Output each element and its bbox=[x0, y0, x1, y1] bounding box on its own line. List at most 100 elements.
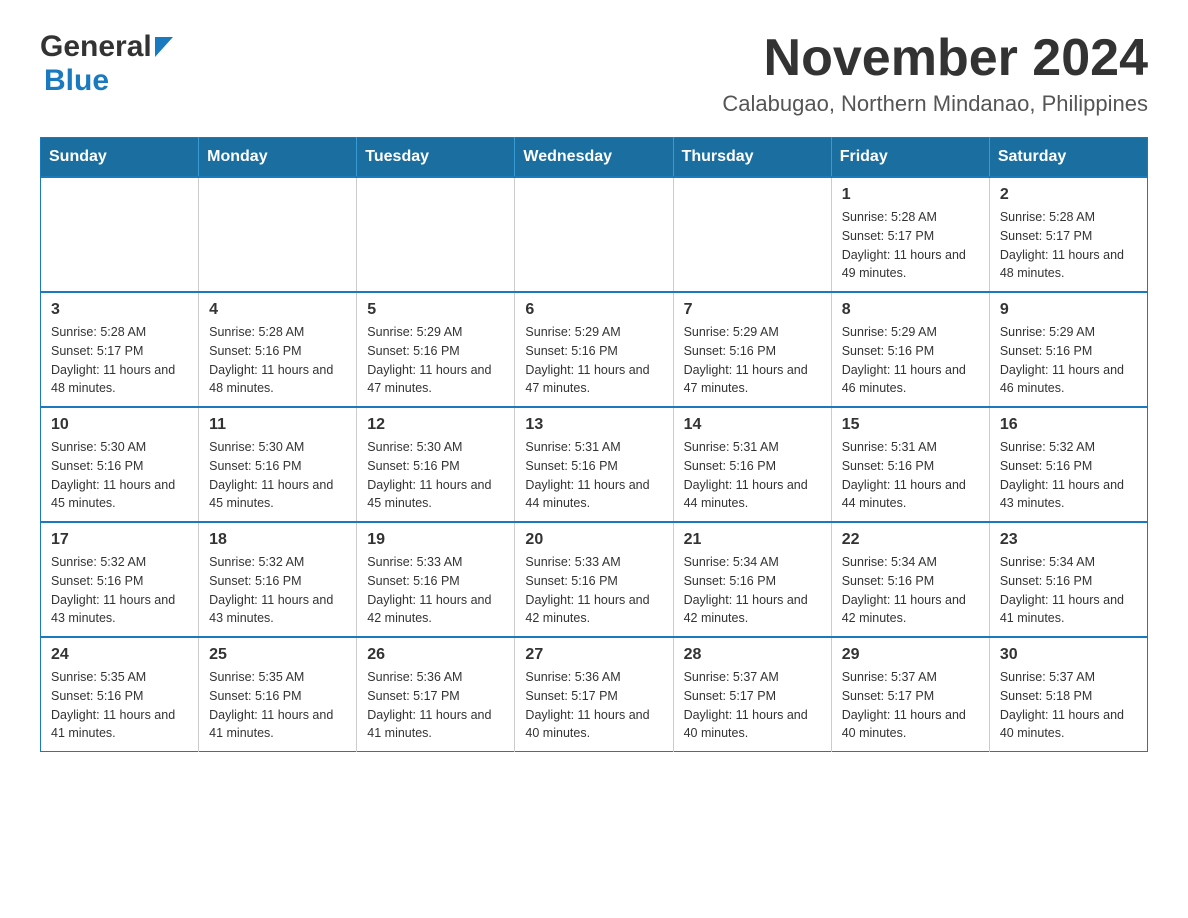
logo-general-text: General bbox=[40, 30, 152, 64]
calendar-table: SundayMondayTuesdayWednesdayThursdayFrid… bbox=[40, 137, 1148, 752]
day-number: 24 bbox=[51, 646, 188, 664]
day-number: 27 bbox=[525, 646, 662, 664]
day-number: 18 bbox=[209, 531, 346, 549]
day-number: 14 bbox=[684, 416, 821, 434]
day-detail: Sunrise: 5:28 AMSunset: 5:17 PMDaylight:… bbox=[1000, 208, 1137, 283]
calendar-cell-3-2: 11 Sunrise: 5:30 AMSunset: 5:16 PMDayligh… bbox=[199, 407, 357, 522]
calendar-cell-3-3: 12 Sunrise: 5:30 AMSunset: 5:16 PMDayligh… bbox=[357, 407, 515, 522]
calendar-header-saturday: Saturday bbox=[989, 138, 1147, 178]
day-number: 13 bbox=[525, 416, 662, 434]
calendar-week-3: 10 Sunrise: 5:30 AMSunset: 5:16 PMDayligh… bbox=[41, 407, 1148, 522]
calendar-cell-4-3: 19 Sunrise: 5:33 AMSunset: 5:16 PMDayligh… bbox=[357, 522, 515, 637]
calendar-cell-2-6: 8 Sunrise: 5:29 AMSunset: 5:16 PMDaylight… bbox=[831, 292, 989, 407]
calendar-header-wednesday: Wednesday bbox=[515, 138, 673, 178]
calendar-cell-3-5: 14 Sunrise: 5:31 AMSunset: 5:16 PMDayligh… bbox=[673, 407, 831, 522]
calendar-cell-5-5: 28 Sunrise: 5:37 AMSunset: 5:17 PMDayligh… bbox=[673, 637, 831, 752]
day-detail: Sunrise: 5:34 AMSunset: 5:16 PMDaylight:… bbox=[1000, 553, 1137, 628]
calendar-cell-5-6: 29 Sunrise: 5:37 AMSunset: 5:17 PMDayligh… bbox=[831, 637, 989, 752]
day-number: 1 bbox=[842, 186, 979, 204]
calendar-week-5: 24 Sunrise: 5:35 AMSunset: 5:16 PMDayligh… bbox=[41, 637, 1148, 752]
calendar-cell-5-1: 24Sunrise: 5:35 AMSunset: 5:16 PMDayligh… bbox=[41, 637, 199, 752]
title-area: November 2024 Calabugao, Northern Mindan… bbox=[722, 30, 1148, 117]
day-number: 15 bbox=[842, 416, 979, 434]
day-detail: Sunrise: 5:32 AMSunset: 5:16 PMDaylight:… bbox=[51, 553, 188, 628]
day-number: 28 bbox=[684, 646, 821, 664]
day-detail: Sunrise: 5:34 AMSunset: 5:16 PMDaylight:… bbox=[842, 553, 979, 628]
day-number: 6 bbox=[525, 301, 662, 319]
day-number: 17 bbox=[51, 531, 188, 549]
day-number: 19 bbox=[367, 531, 504, 549]
page-title: November 2024 bbox=[722, 30, 1148, 87]
calendar-cell-2-2: 4 Sunrise: 5:28 AMSunset: 5:16 PMDaylight… bbox=[199, 292, 357, 407]
day-number: 26 bbox=[367, 646, 504, 664]
day-detail: Sunrise: 5:31 AMSunset: 5:16 PMDaylight:… bbox=[525, 438, 662, 513]
day-detail: Sunrise: 5:34 AMSunset: 5:16 PMDaylight:… bbox=[684, 553, 821, 628]
calendar-cell-3-7: 16 Sunrise: 5:32 AMSunset: 5:16 PMDayligh… bbox=[989, 407, 1147, 522]
calendar-cell-4-4: 20Sunrise: 5:33 AMSunset: 5:16 PMDayligh… bbox=[515, 522, 673, 637]
day-number: 4 bbox=[209, 301, 346, 319]
day-number: 22 bbox=[842, 531, 979, 549]
day-number: 10 bbox=[51, 416, 188, 434]
day-detail: Sunrise: 5:37 AMSunset: 5:17 PMDaylight:… bbox=[684, 668, 821, 743]
calendar-cell-2-4: 6Sunrise: 5:29 AMSunset: 5:16 PMDaylight… bbox=[515, 292, 673, 407]
calendar-cell-3-4: 13 Sunrise: 5:31 AMSunset: 5:16 PMDayligh… bbox=[515, 407, 673, 522]
calendar-cell-1-7: 2 Sunrise: 5:28 AMSunset: 5:17 PMDaylight… bbox=[989, 177, 1147, 292]
calendar-cell-2-7: 9Sunrise: 5:29 AMSunset: 5:16 PMDaylight… bbox=[989, 292, 1147, 407]
day-detail: Sunrise: 5:29 AMSunset: 5:16 PMDaylight:… bbox=[367, 323, 504, 398]
calendar-header-friday: Friday bbox=[831, 138, 989, 178]
day-number: 12 bbox=[367, 416, 504, 434]
day-number: 11 bbox=[209, 416, 346, 434]
day-detail: Sunrise: 5:37 AMSunset: 5:17 PMDaylight:… bbox=[842, 668, 979, 743]
calendar-header-sunday: Sunday bbox=[41, 138, 199, 178]
day-detail: Sunrise: 5:29 AMSunset: 5:16 PMDaylight:… bbox=[842, 323, 979, 398]
calendar-cell-1-1 bbox=[41, 177, 199, 292]
day-detail: Sunrise: 5:29 AMSunset: 5:16 PMDaylight:… bbox=[1000, 323, 1137, 398]
calendar-cell-4-5: 21 Sunrise: 5:34 AMSunset: 5:16 PMDayligh… bbox=[673, 522, 831, 637]
calendar-cell-2-1: 3Sunrise: 5:28 AMSunset: 5:17 PMDaylight… bbox=[41, 292, 199, 407]
header: General Blue November 2024 Calabugao, No… bbox=[40, 30, 1148, 117]
day-detail: Sunrise: 5:33 AMSunset: 5:16 PMDaylight:… bbox=[525, 553, 662, 628]
day-number: 29 bbox=[842, 646, 979, 664]
logo: General Blue bbox=[40, 30, 173, 98]
day-detail: Sunrise: 5:33 AMSunset: 5:16 PMDaylight:… bbox=[367, 553, 504, 628]
day-detail: Sunrise: 5:36 AMSunset: 5:17 PMDaylight:… bbox=[367, 668, 504, 743]
calendar-cell-3-6: 15Sunrise: 5:31 AMSunset: 5:16 PMDayligh… bbox=[831, 407, 989, 522]
day-detail: Sunrise: 5:29 AMSunset: 5:16 PMDaylight:… bbox=[684, 323, 821, 398]
calendar-cell-1-6: 1 Sunrise: 5:28 AMSunset: 5:17 PMDaylight… bbox=[831, 177, 989, 292]
day-number: 7 bbox=[684, 301, 821, 319]
calendar-cell-1-4 bbox=[515, 177, 673, 292]
calendar-cell-2-3: 5 Sunrise: 5:29 AMSunset: 5:16 PMDaylight… bbox=[357, 292, 515, 407]
day-detail: Sunrise: 5:32 AMSunset: 5:16 PMDaylight:… bbox=[1000, 438, 1137, 513]
calendar-header-thursday: Thursday bbox=[673, 138, 831, 178]
day-detail: Sunrise: 5:35 AMSunset: 5:16 PMDaylight:… bbox=[209, 668, 346, 743]
day-detail: Sunrise: 5:31 AMSunset: 5:16 PMDaylight:… bbox=[684, 438, 821, 513]
day-number: 5 bbox=[367, 301, 504, 319]
calendar-cell-5-3: 26 Sunrise: 5:36 AMSunset: 5:17 PMDayligh… bbox=[357, 637, 515, 752]
day-detail: Sunrise: 5:28 AMSunset: 5:17 PMDaylight:… bbox=[51, 323, 188, 398]
calendar-cell-4-2: 18Sunrise: 5:32 AMSunset: 5:16 PMDayligh… bbox=[199, 522, 357, 637]
calendar-header-tuesday: Tuesday bbox=[357, 138, 515, 178]
day-detail: Sunrise: 5:30 AMSunset: 5:16 PMDaylight:… bbox=[209, 438, 346, 513]
calendar-header-monday: Monday bbox=[199, 138, 357, 178]
calendar-cell-4-7: 23Sunrise: 5:34 AMSunset: 5:16 PMDayligh… bbox=[989, 522, 1147, 637]
day-detail: Sunrise: 5:28 AMSunset: 5:16 PMDaylight:… bbox=[209, 323, 346, 398]
logo-blue-text: Blue bbox=[44, 64, 109, 98]
day-number: 8 bbox=[842, 301, 979, 319]
calendar-cell-3-1: 10 Sunrise: 5:30 AMSunset: 5:16 PMDayligh… bbox=[41, 407, 199, 522]
calendar-cell-2-5: 7 Sunrise: 5:29 AMSunset: 5:16 PMDaylight… bbox=[673, 292, 831, 407]
page-subtitle: Calabugao, Northern Mindanao, Philippine… bbox=[722, 91, 1148, 117]
day-number: 25 bbox=[209, 646, 346, 664]
calendar-header-row: SundayMondayTuesdayWednesdayThursdayFrid… bbox=[41, 138, 1148, 178]
day-detail: Sunrise: 5:28 AMSunset: 5:17 PMDaylight:… bbox=[842, 208, 979, 283]
day-detail: Sunrise: 5:30 AMSunset: 5:16 PMDaylight:… bbox=[367, 438, 504, 513]
day-number: 2 bbox=[1000, 186, 1137, 204]
calendar-week-1: 1 Sunrise: 5:28 AMSunset: 5:17 PMDaylight… bbox=[41, 177, 1148, 292]
day-number: 21 bbox=[684, 531, 821, 549]
day-number: 16 bbox=[1000, 416, 1137, 434]
calendar-cell-5-4: 27Sunrise: 5:36 AMSunset: 5:17 PMDayligh… bbox=[515, 637, 673, 752]
day-detail: Sunrise: 5:30 AMSunset: 5:16 PMDaylight:… bbox=[51, 438, 188, 513]
calendar-cell-1-3 bbox=[357, 177, 515, 292]
calendar-cell-5-7: 30Sunrise: 5:37 AMSunset: 5:18 PMDayligh… bbox=[989, 637, 1147, 752]
calendar-cell-4-6: 22 Sunrise: 5:34 AMSunset: 5:16 PMDayligh… bbox=[831, 522, 989, 637]
calendar-cell-1-2 bbox=[199, 177, 357, 292]
